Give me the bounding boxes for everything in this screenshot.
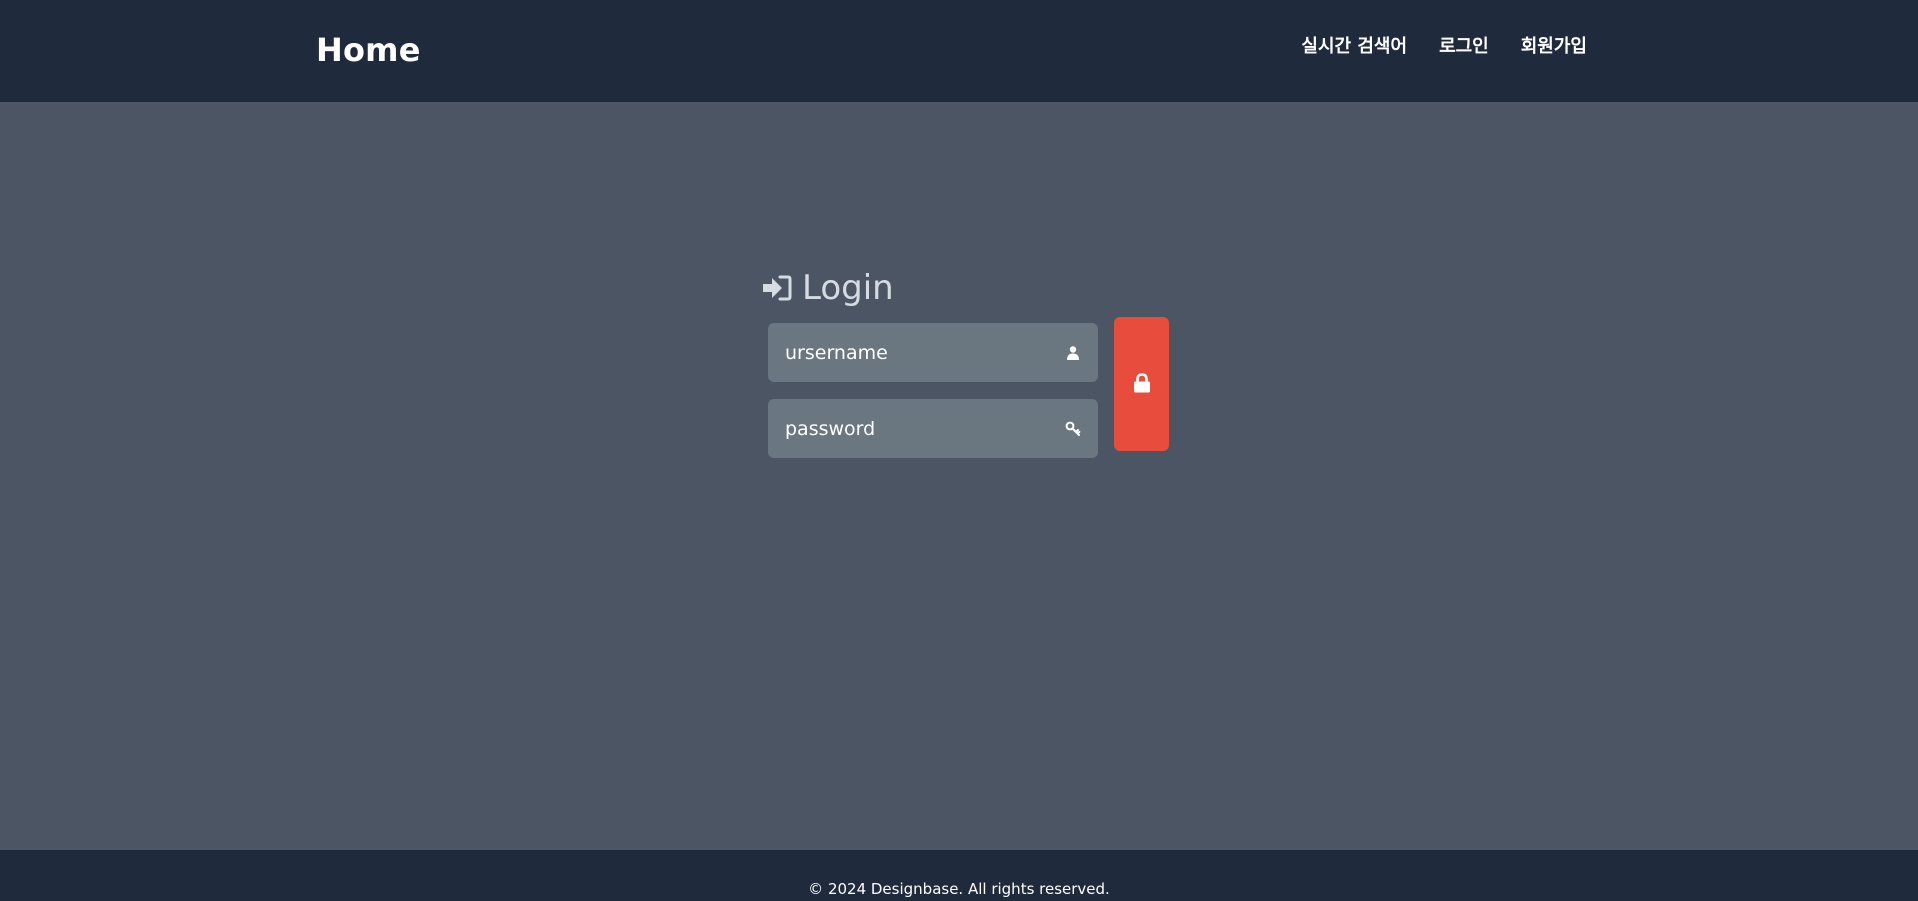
- login-title-text: Login: [802, 268, 894, 308]
- home-link[interactable]: Home: [316, 30, 421, 70]
- nav-login[interactable]: 로그인: [1439, 34, 1489, 60]
- lock-icon: [1134, 373, 1150, 393]
- login-submit-button[interactable]: [1114, 317, 1169, 451]
- login-heading: Login: [762, 267, 894, 309]
- top-navbar: Home 실시간 검색어 로그인 회원가입: [0, 0, 1918, 102]
- page-footer: © 2024 Designbase. All rights reserved.: [0, 850, 1918, 901]
- password-field: [768, 399, 1098, 458]
- password-input[interactable]: [768, 399, 1058, 458]
- key-icon: [1065, 421, 1081, 436]
- copyright-text: © 2024 Designbase. All rights reserved.: [808, 880, 1110, 898]
- nav-signup[interactable]: 회원가입: [1521, 34, 1587, 60]
- username-field: [768, 323, 1098, 382]
- user-icon: [1067, 346, 1079, 360]
- sign-in-icon: [763, 275, 792, 301]
- main-nav: 실시간 검색어 로그인 회원가입: [1301, 34, 1587, 60]
- main-content: Login: [0, 102, 1918, 850]
- username-input[interactable]: [768, 323, 1058, 382]
- nav-realtime-search[interactable]: 실시간 검색어: [1301, 34, 1407, 60]
